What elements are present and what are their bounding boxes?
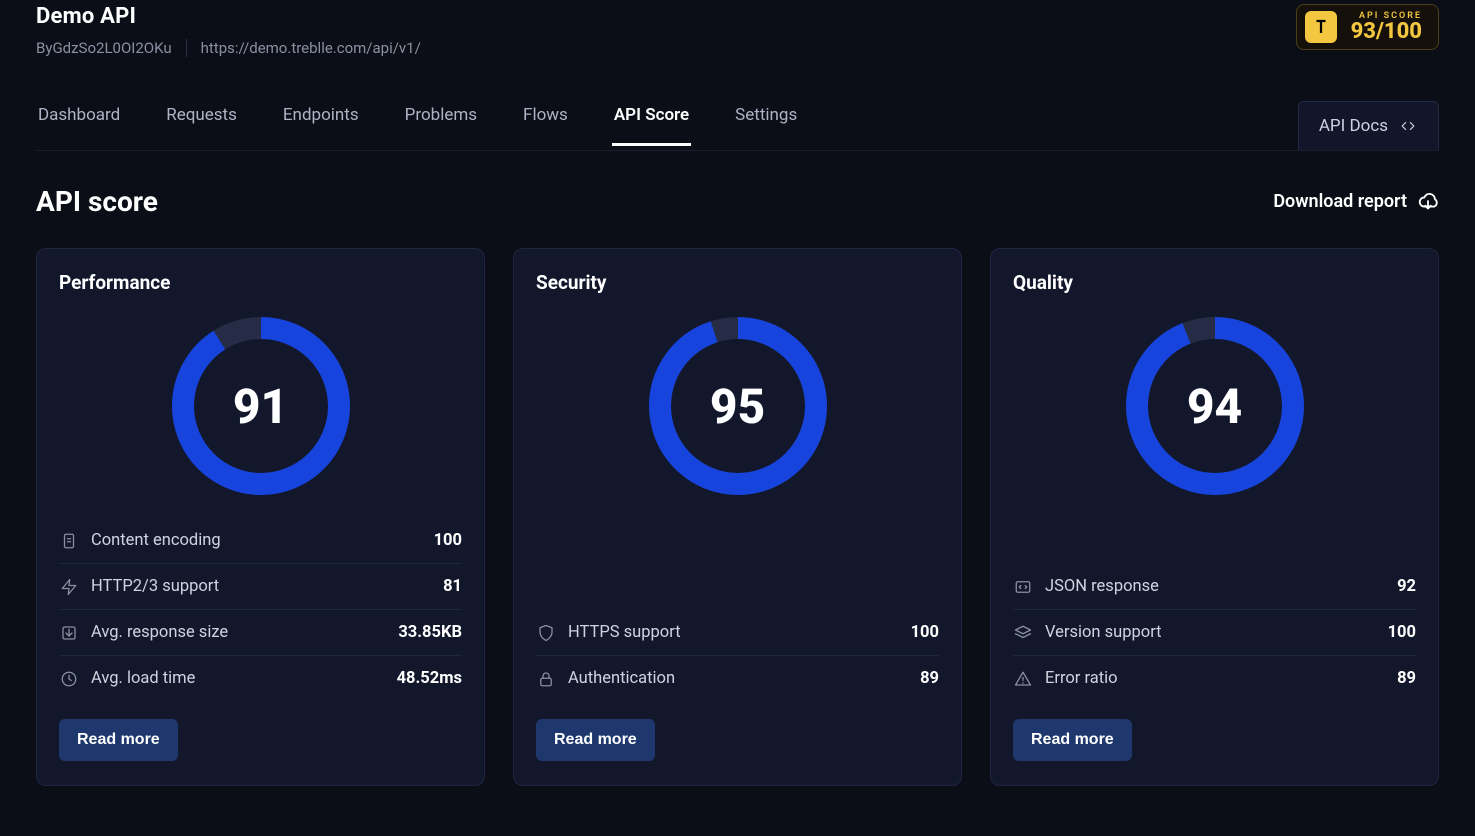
code-icon xyxy=(1013,578,1033,596)
clock-icon xyxy=(59,670,79,688)
metric-value: 100 xyxy=(434,531,462,550)
metric-label: Version support xyxy=(1045,623,1376,642)
download-report-button[interactable]: Download report xyxy=(1273,191,1439,213)
score-value: 91 xyxy=(167,312,355,500)
read-more-button[interactable]: Read more xyxy=(536,719,655,761)
metric-value: 100 xyxy=(1388,623,1416,642)
score-gauge: 91 xyxy=(167,312,355,500)
download-icon xyxy=(59,624,79,642)
section-title: API score xyxy=(36,185,158,218)
metric-value: 48.52ms xyxy=(397,669,462,688)
metric-value: 89 xyxy=(920,669,939,688)
cloud-download-icon xyxy=(1417,191,1439,213)
score-value: 95 xyxy=(644,312,832,500)
file-icon xyxy=(59,532,79,550)
read-more-button[interactable]: Read more xyxy=(1013,719,1132,761)
code-icon xyxy=(1398,119,1418,133)
api-docs-label: API Docs xyxy=(1319,116,1388,136)
shield-icon xyxy=(536,624,556,642)
metric-label: Avg. load time xyxy=(91,669,385,688)
tab-settings[interactable]: Settings xyxy=(733,105,799,146)
metric-row: Error ratio 89 xyxy=(1013,656,1416,701)
tab-flows[interactable]: Flows xyxy=(521,105,570,146)
api-score-value: 93/100 xyxy=(1351,21,1422,43)
tab-problems[interactable]: Problems xyxy=(403,105,479,146)
metric-label: Avg. response size xyxy=(91,623,386,642)
card-quality: Quality 94 JSON response 92 Version support… xyxy=(990,248,1439,786)
score-gauge: 94 xyxy=(1121,312,1309,500)
bolt-icon xyxy=(59,578,79,596)
card-performance: Performance 91 Content encoding 100 HTTP2/3… xyxy=(36,248,485,786)
card-title: Security xyxy=(536,271,939,294)
api-docs-button[interactable]: API Docs xyxy=(1298,101,1439,150)
metric-row: Avg. response size 33.85KB xyxy=(59,610,462,656)
metric-row: Avg. load time 48.52ms xyxy=(59,656,462,701)
metric-value: 92 xyxy=(1397,577,1416,596)
layers-icon xyxy=(1013,624,1033,642)
metric-label: JSON response xyxy=(1045,577,1385,596)
metric-row: JSON response 92 xyxy=(1013,564,1416,610)
logo-icon xyxy=(1305,11,1337,43)
metric-row: HTTPS support 100 xyxy=(536,610,939,656)
score-gauge: 95 xyxy=(644,312,832,500)
lock-icon xyxy=(536,670,556,688)
metric-row: Authentication 89 xyxy=(536,656,939,701)
metric-label: Content encoding xyxy=(91,531,422,550)
tab-endpoints[interactable]: Endpoints xyxy=(281,105,361,146)
alert-icon xyxy=(1013,670,1033,688)
tab-requests[interactable]: Requests xyxy=(164,105,239,146)
metric-row: Version support 100 xyxy=(1013,610,1416,656)
tab-api-score[interactable]: API Score xyxy=(612,105,691,146)
api-title: Demo API xyxy=(36,4,421,29)
tab-dashboard[interactable]: Dashboard xyxy=(36,105,122,146)
card-title: Quality xyxy=(1013,271,1416,294)
metric-value: 33.85KB xyxy=(398,623,462,642)
read-more-button[interactable]: Read more xyxy=(59,719,178,761)
metric-label: HTTPS support xyxy=(568,623,899,642)
metric-value: 89 xyxy=(1397,669,1416,688)
metric-row: HTTP2/3 support 81 xyxy=(59,564,462,610)
download-report-label: Download report xyxy=(1273,191,1407,212)
score-value: 94 xyxy=(1121,312,1309,500)
metric-row: Content encoding 100 xyxy=(59,518,462,564)
metric-value: 81 xyxy=(443,577,462,596)
metric-value: 100 xyxy=(911,623,939,642)
api-id: ByGdzSo2L0OI2OKu xyxy=(36,39,172,57)
metric-label: Authentication xyxy=(568,669,908,688)
card-title: Performance xyxy=(59,271,462,294)
metric-label: Error ratio xyxy=(1045,669,1385,688)
api-score-badge[interactable]: API SCORE 93/100 xyxy=(1296,4,1439,50)
card-security: Security 95 HTTPS support 100 Authenticatio… xyxy=(513,248,962,786)
api-url[interactable]: https://demo.treblle.com/api/v1/ xyxy=(186,39,421,57)
metric-label: HTTP2/3 support xyxy=(91,577,431,596)
